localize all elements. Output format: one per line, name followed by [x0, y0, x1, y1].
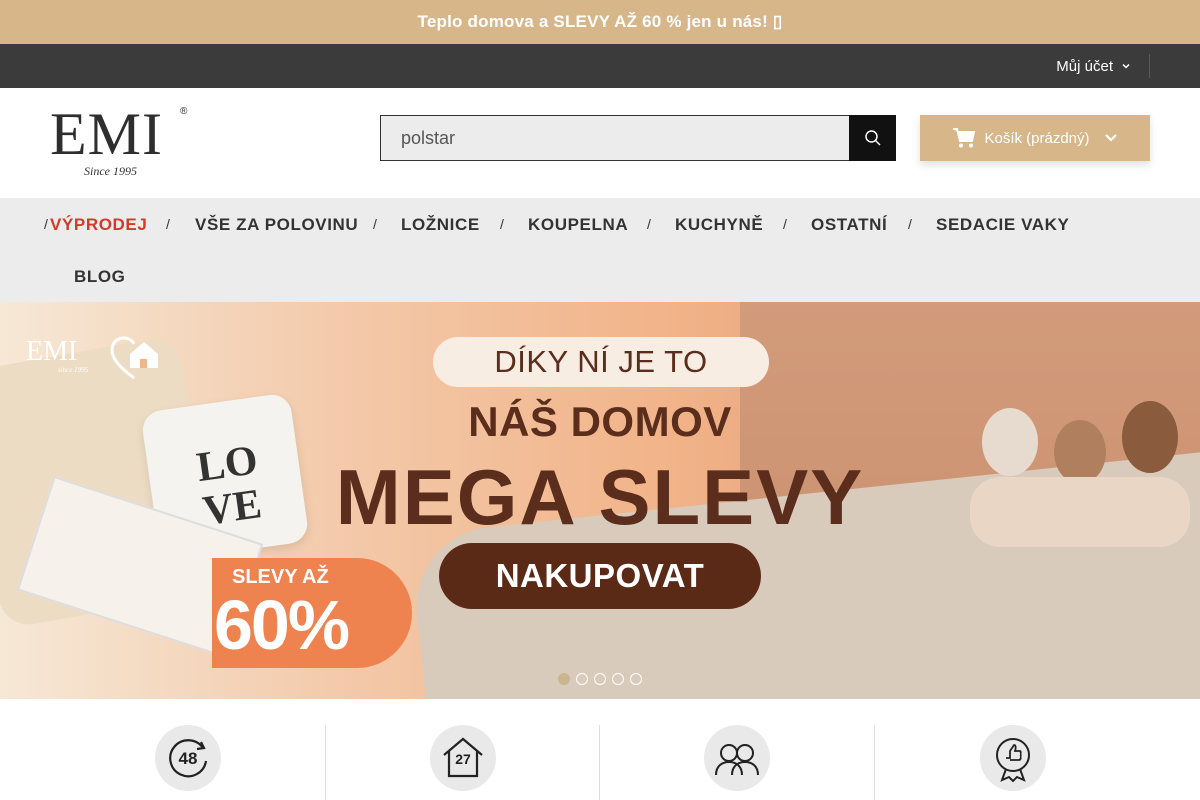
cart-icon	[953, 128, 976, 148]
chevron-down-icon	[1104, 133, 1118, 143]
search-form	[380, 115, 896, 161]
account-menu[interactable]: Můj účet	[1056, 54, 1150, 78]
main-nav: / VÝPRODEJ / VŠE ZA POLOVINU / LOŽNICE /…	[0, 198, 1200, 302]
hero-discount-value: 60%	[214, 586, 350, 664]
promo-bar: Teplo domova a SLEVY AŽ 60 % jen u nás! …	[0, 0, 1200, 44]
nav-separator: /	[908, 216, 912, 232]
cart-label: Košík (prázdný)	[984, 129, 1090, 147]
carousel-dot[interactable]	[630, 673, 642, 685]
hero-subheadline: DÍKY NÍ JE TO	[494, 344, 708, 379]
feature-item: 48	[155, 725, 221, 791]
feature-divider	[325, 725, 326, 800]
search-input[interactable]	[380, 115, 849, 161]
svg-text:27: 27	[455, 751, 471, 767]
carousel-dot[interactable]	[558, 673, 570, 685]
carousel-dots	[558, 673, 642, 685]
heart-house-icon	[110, 336, 158, 380]
logo[interactable]: EMI ® Since 1995	[50, 104, 190, 180]
nav-separator: /	[44, 216, 48, 232]
nav-separator: /	[166, 216, 170, 232]
nav-separator: /	[783, 216, 787, 232]
logo-since: Since 1995	[84, 164, 137, 178]
nav-separator: /	[647, 216, 651, 232]
nav-item-kuchyne[interactable]: KUCHYNĚ	[675, 215, 763, 235]
header: EMI ® Since 1995 Košík (prázdný)	[0, 88, 1200, 198]
carousel-dot[interactable]	[594, 673, 606, 685]
customers-icon	[715, 744, 759, 776]
nav-item-loznice[interactable]: LOŽNICE	[401, 215, 480, 235]
hero-cta-button[interactable]: NAKUPOVAT	[439, 543, 761, 609]
carousel-dot[interactable]	[576, 673, 588, 685]
promo-text: Teplo domova a SLEVY AŽ 60 % jen u nás! …	[417, 12, 783, 31]
hero-subheadline-pill: DÍKY NÍ JE TO	[433, 337, 769, 387]
hero-brand-logo: EMI	[26, 336, 78, 367]
svg-text:48: 48	[179, 749, 198, 768]
nav-item-sedacie-vaky[interactable]: SEDACIE VAKY	[936, 215, 1069, 235]
nav-item-vyprodej[interactable]: VÝPRODEJ	[50, 215, 147, 235]
nav-item-vse-za-polovinu[interactable]: VŠE ZA POLOVINU	[195, 215, 358, 235]
logo-text: EMI	[50, 101, 163, 167]
nav-separator: /	[500, 216, 504, 232]
house-27-icon: 27	[443, 737, 483, 778]
nav-item-ostatni[interactable]: OSTATNÍ	[811, 215, 887, 235]
feature-item: 27	[430, 725, 496, 791]
hero-headline-1: NÁŠ DOMOV	[468, 398, 732, 445]
feature-divider	[599, 725, 600, 800]
quality-badge-icon	[996, 738, 1030, 783]
account-label: Můj účet	[1056, 57, 1113, 75]
feature-item	[980, 725, 1046, 791]
hero-brand-since: since 1995	[58, 366, 89, 374]
features-row: 48 27	[0, 699, 1200, 800]
search-icon	[864, 130, 881, 146]
48-hours-icon: 48	[169, 739, 208, 778]
nav-item-blog[interactable]: BLOG	[74, 267, 126, 287]
hero-headline-2: MEGA SLEVY	[335, 453, 865, 541]
nav-separator: /	[373, 216, 377, 232]
nav-item-koupelna[interactable]: KOUPELNA	[528, 215, 628, 235]
hero-cta-label: NAKUPOVAT	[495, 557, 705, 594]
chevron-down-icon	[1122, 63, 1130, 69]
logo-registered-mark: ®	[180, 106, 188, 117]
account-bar: Můj účet	[0, 44, 1200, 88]
feature-divider	[874, 725, 875, 800]
carousel-dot[interactable]	[612, 673, 624, 685]
feature-item	[704, 725, 770, 791]
cart-button[interactable]: Košík (prázdný)	[920, 115, 1150, 161]
search-button[interactable]	[849, 115, 896, 161]
hero-banner[interactable]: LO VE EMI since 1995 DÍKY NÍ JE TO NÁŠ D…	[0, 302, 1200, 699]
